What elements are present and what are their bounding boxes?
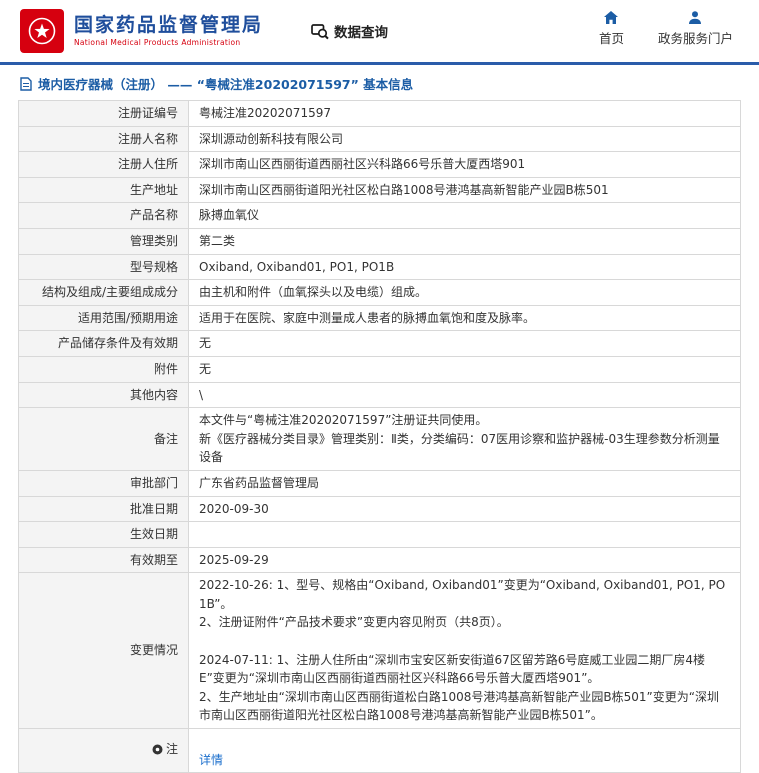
field-value: 广东省药品监督管理局 [189, 470, 741, 496]
table-row: 变更情况 2022-10-26: 1、型号、规格由“Oxiband, Oxiba… [19, 573, 741, 729]
field-label: 审批部门 [19, 470, 189, 496]
table-row: 生效日期 [19, 522, 741, 548]
search-icon [311, 23, 329, 40]
table-row: 其他内容 \ [19, 382, 741, 408]
home-icon [603, 10, 619, 25]
header: 国家药品监督管理局 National Medical Products Admi… [0, 0, 759, 62]
field-value: 第二类 [189, 228, 741, 254]
field-value: 深圳市南山区西丽街道阳光社区松白路1008号港鸿基高新智能产业园B栋501 [189, 177, 741, 203]
field-label: 变更情况 [19, 573, 189, 729]
nav-portal[interactable]: 政务服务门户 [658, 10, 733, 47]
field-value: 2022-10-26: 1、型号、规格由“Oxiband, Oxiband01”… [189, 573, 741, 729]
emblem-star-icon [27, 16, 57, 46]
table-row: 适用范围/预期用途 适用于在医院、家庭中测量成人患者的脉搏血氧饱和度及脉率。 [19, 305, 741, 331]
table-row: 产品储存条件及有效期 无 [19, 331, 741, 357]
data-query-label: 数据查询 [334, 21, 388, 41]
field-value: Oxiband, Oxiband01, PO1, PO1B [189, 254, 741, 280]
agency-title-block: 国家药品监督管理局 National Medical Products Admi… [74, 15, 263, 48]
table-row: 附件 无 [19, 356, 741, 382]
table-row: 批准日期 2020-09-30 [19, 496, 741, 522]
table-row: 有效期至 2025-09-29 [19, 547, 741, 573]
field-label: 生效日期 [19, 522, 189, 548]
nav-portal-label: 政务服务门户 [658, 28, 733, 47]
field-value: 深圳市南山区西丽街道西丽社区兴科路66号乐普大厦西塔901 [189, 152, 741, 178]
field-label: 注册人住所 [19, 152, 189, 178]
field-value: 无 [189, 356, 741, 382]
field-label: 批准日期 [19, 496, 189, 522]
table-row: 结构及组成/主要组成成分 由主机和附件（血氧探头以及电缆）组成。 [19, 280, 741, 306]
field-label: 产品名称 [19, 203, 189, 229]
page: 国家药品监督管理局 National Medical Products Admi… [0, 0, 759, 773]
field-label: 注册证编号 [19, 101, 189, 127]
field-value [189, 522, 741, 548]
table-row: 生产地址 深圳市南山区西丽街道阳光社区松白路1008号港鸿基高新智能产业园B栋5… [19, 177, 741, 203]
field-value: \ [189, 382, 741, 408]
nav-home-label: 首页 [599, 28, 624, 47]
note-bullet-icon [152, 744, 163, 755]
info-table: 注册证编号 粤械注准20202071597 注册人名称 深圳源动创新科技有限公司… [18, 100, 741, 773]
breadcrumb: 境内医疗器械（注册） —— “粤械注准20202071597” 基本信息 [0, 65, 759, 100]
field-value: 由主机和附件（血氧探头以及电缆）组成。 [189, 280, 741, 306]
table-row: 注册人住所 深圳市南山区西丽街道西丽社区兴科路66号乐普大厦西塔901 [19, 152, 741, 178]
document-icon [20, 77, 32, 91]
field-value: 无 [189, 331, 741, 357]
top-navigation: 首页 政务服务门户 [599, 10, 733, 47]
agency-name: 国家药品监督管理局 [74, 15, 263, 37]
field-value: 本文件与“粤械注准20202071597”注册证共同使用。 新《医疗器械分类目录… [189, 408, 741, 471]
details-link[interactable]: 详情 [199, 753, 223, 767]
table-row: 管理类别 第二类 [19, 228, 741, 254]
field-label: 附件 [19, 356, 189, 382]
field-label: 注 [19, 729, 189, 773]
field-label: 管理类别 [19, 228, 189, 254]
table-row: 产品名称 脉搏血氧仪 [19, 203, 741, 229]
table-row: 型号规格 Oxiband, Oxiband01, PO1, PO1B [19, 254, 741, 280]
table-row: 备注 本文件与“粤械注准20202071597”注册证共同使用。 新《医疗器械分… [19, 408, 741, 471]
national-emblem-logo [20, 9, 64, 53]
table-row: 注册人名称 深圳源动创新科技有限公司 [19, 126, 741, 152]
nav-home[interactable]: 首页 [599, 10, 624, 47]
field-label: 注册人名称 [19, 126, 189, 152]
field-value: 2025-09-29 [189, 547, 741, 573]
agency-name-en: National Medical Products Administration [74, 38, 263, 47]
field-value: 适用于在医院、家庭中测量成人患者的脉搏血氧饱和度及脉率。 [189, 305, 741, 331]
field-value: 粤械注准20202071597 [189, 101, 741, 127]
field-value: 脉搏血氧仪 [189, 203, 741, 229]
table-row: 注 详情 [19, 729, 741, 773]
table-row: 注册证编号 粤械注准20202071597 [19, 101, 741, 127]
field-value: 详情 [189, 729, 741, 773]
field-label: 型号规格 [19, 254, 189, 280]
field-label: 适用范围/预期用途 [19, 305, 189, 331]
field-label: 备注 [19, 408, 189, 471]
table-row: 审批部门 广东省药品监督管理局 [19, 470, 741, 496]
field-label: 其他内容 [19, 382, 189, 408]
field-label: 生产地址 [19, 177, 189, 203]
field-label: 结构及组成/主要组成成分 [19, 280, 189, 306]
field-value: 深圳源动创新科技有限公司 [189, 126, 741, 152]
user-icon [687, 10, 703, 25]
page-title: 境内医疗器械（注册） —— “粤械注准20202071597” 基本信息 [38, 74, 413, 93]
data-query-button[interactable]: 数据查询 [311, 21, 388, 41]
field-label: 有效期至 [19, 547, 189, 573]
field-label: 产品储存条件及有效期 [19, 331, 189, 357]
field-value: 2020-09-30 [189, 496, 741, 522]
